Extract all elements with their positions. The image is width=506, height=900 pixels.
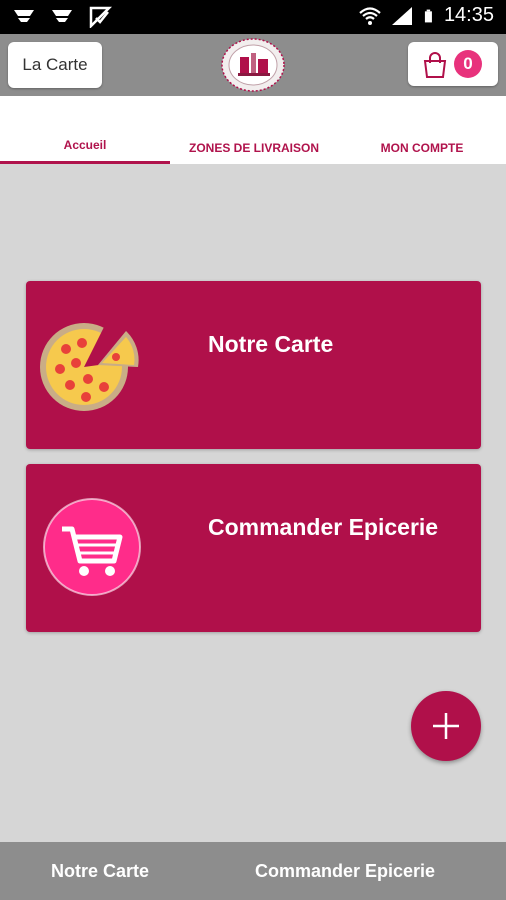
add-fab-button[interactable] — [411, 691, 481, 761]
shopping-bag-icon — [423, 52, 447, 78]
la-carte-button[interactable]: La Carte — [8, 42, 102, 88]
tabs-bar: Accueil ZONES DE LIVRAISON MON COMPTE — [0, 96, 506, 164]
restaurant-logo[interactable] — [220, 37, 286, 93]
status-notifications — [12, 6, 112, 28]
notification-icon — [14, 10, 34, 22]
bottom-nav-commander-epicerie[interactable]: Commander Epicerie — [200, 842, 490, 900]
battery-icon — [424, 9, 432, 22]
status-time: 14:35 — [443, 4, 494, 26]
notre-carte-card[interactable]: Notre Carte — [26, 281, 481, 449]
shopping-cart-icon — [43, 498, 141, 596]
tab-zones-de-livraison[interactable]: ZONES DE LIVRAISON — [170, 96, 338, 164]
app-header: La Carte 0 — [0, 34, 506, 96]
bottom-nav: Notre Carte Commander Epicerie — [0, 842, 506, 900]
status-bar: 14:35 — [0, 0, 506, 34]
tab-mon-compte[interactable]: MON COMPTE — [338, 96, 506, 164]
signal-icon — [391, 6, 412, 25]
notification-icon — [52, 10, 72, 22]
cart-button[interactable]: 0 — [408, 42, 498, 86]
bottom-nav-notre-carte[interactable]: Notre Carte — [0, 842, 200, 900]
commander-epicerie-title: Commander Epicerie — [208, 514, 439, 540]
status-system: 14:35 — [358, 4, 494, 27]
wifi-icon — [359, 6, 381, 25]
plus-icon — [433, 713, 459, 739]
commander-epicerie-card[interactable]: Commander Epicerie — [26, 464, 481, 632]
pizza-icon — [40, 323, 139, 411]
check-icon — [89, 6, 112, 28]
cart-count-badge: 0 — [454, 50, 482, 78]
tab-accueil[interactable]: Accueil — [0, 96, 170, 164]
notre-carte-title: Notre Carte — [208, 331, 334, 357]
